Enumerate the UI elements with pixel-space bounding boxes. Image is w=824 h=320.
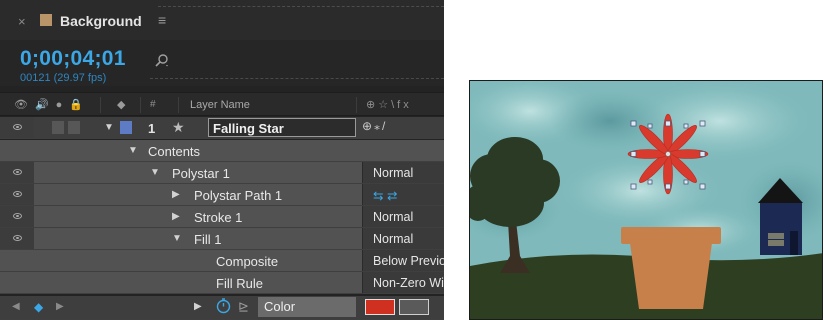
panel-title[interactable]: Background (60, 13, 142, 29)
layer-row[interactable]: ▼ 1 ★ Falling Star ⊕⁎/ (0, 117, 444, 139)
layer-switches[interactable]: ⊕⁎/ (362, 119, 387, 133)
column-separator (140, 97, 141, 113)
property-name: Composite (216, 254, 279, 269)
label-tag-icon[interactable]: ◆ (117, 99, 125, 111)
property-row-fill-rule[interactable]: Fill Rule Non-Zero Winding (0, 272, 444, 294)
property-name: Polystar 1 (172, 166, 230, 181)
solo-toggle[interactable] (52, 121, 64, 134)
composition-viewer[interactable] (469, 80, 823, 320)
comp-color-swatch (40, 14, 52, 26)
av-switches (0, 228, 34, 249)
panel-menu-icon[interactable]: ≡ (158, 12, 166, 28)
composite-select[interactable]: Below Previous (362, 250, 444, 271)
property-name: Fill 1 (194, 232, 222, 247)
eyedropper-icon[interactable] (399, 299, 429, 315)
property-row-fill[interactable]: ▼ Fill 1 Normal (0, 228, 444, 250)
property-row-polystar[interactable]: ▼ Polystar 1 Normal (0, 162, 444, 184)
layer-name-column-header[interactable]: Layer Name (190, 99, 250, 111)
av-switches (0, 206, 34, 227)
property-row-stroke[interactable]: ▶ Stroke 1 Normal (0, 206, 444, 228)
path-direction-toggle[interactable]: ⇆ ⇄ (362, 184, 444, 205)
blend-mode-select[interactable]: Normal (362, 228, 444, 249)
property-row-composite[interactable]: Composite Below Previous (0, 250, 444, 272)
current-timecode[interactable]: 0;00;04;01 (20, 47, 126, 71)
composition-canvas (470, 81, 822, 319)
tab-divider (158, 0, 444, 7)
collapse-triangle-icon[interactable]: ▶ (172, 189, 180, 200)
graph-editor-icon[interactable]: ⊵ (238, 299, 249, 315)
collapse-triangle-icon[interactable]: ▶ (194, 301, 202, 312)
layer-label-color[interactable] (120, 121, 132, 134)
layer-number: 1 (148, 121, 156, 136)
add-keyframe-icon[interactable]: ◆ (34, 300, 43, 314)
property-row-color[interactable]: ◀ ◆ ▶ ▶ ⊵ Color (0, 296, 444, 320)
blend-mode-select[interactable]: Normal (362, 162, 444, 183)
expand-triangle-icon[interactable]: ▼ (150, 167, 160, 178)
stopwatch-icon[interactable] (215, 297, 232, 314)
property-row-polystar-path[interactable]: ▶ Polystar Path 1 ⇆ ⇄ (0, 184, 444, 206)
av-switch-icons: 👁 🔊 ● 🔒 (14, 99, 83, 111)
collapse-triangle-icon[interactable]: ▶ (172, 211, 180, 222)
solo-dot-icon[interactable]: ● (56, 99, 63, 111)
number-column-header: # (150, 99, 156, 110)
column-separator (356, 97, 357, 113)
visibility-eye-icon[interactable] (13, 169, 22, 175)
visibility-eye-icon[interactable] (13, 124, 22, 130)
prev-keyframe-icon[interactable]: ◀ (12, 301, 20, 312)
switches-column-header: ⊕☆\fx (366, 99, 412, 111)
fill-rule-select[interactable]: Non-Zero Winding (362, 272, 444, 293)
audio-speaker-icon[interactable]: 🔊 (35, 99, 49, 111)
column-header: 👁 🔊 ● 🔒 ◆ # Layer Name ⊕☆\fx (0, 92, 444, 116)
timecode-area: 0;00;04;01 00121 (29.97 fps) (0, 40, 444, 86)
visibility-eye-icon[interactable] (13, 235, 22, 241)
falling-star-shape (627, 113, 709, 195)
color-swatch[interactable] (365, 299, 395, 315)
column-separator (178, 97, 179, 113)
search-icon[interactable] (155, 54, 169, 68)
timeline-panel: × Background ≡ 0;00;04;01 00121 (29.97 f… (0, 0, 444, 320)
property-value (362, 140, 444, 161)
next-keyframe-icon[interactable]: ▶ (56, 301, 64, 312)
property-name: Fill Rule (216, 276, 263, 291)
column-separator (100, 97, 101, 113)
av-switches (0, 117, 34, 138)
layer-name-field[interactable]: Falling Star (208, 118, 356, 137)
lock-toggle[interactable] (68, 121, 80, 134)
blend-mode-select[interactable]: Normal (362, 206, 444, 227)
visibility-eye-icon[interactable] (13, 191, 22, 197)
property-name: Polystar Path 1 (194, 188, 283, 203)
panel-tab-bar: × Background ≡ (0, 0, 444, 40)
av-switches (0, 184, 34, 205)
layer-name-text: Falling Star (213, 121, 284, 136)
av-switches (0, 162, 34, 183)
frame-count: 00121 (29.97 fps) (20, 72, 107, 84)
expand-triangle-icon[interactable]: ▼ (172, 233, 182, 244)
expand-triangle-icon[interactable]: ▼ (128, 145, 138, 156)
color-property-label[interactable]: Color (258, 297, 356, 317)
expand-triangle-icon[interactable]: ▼ (104, 122, 114, 133)
search-underline (150, 78, 444, 79)
property-row-contents[interactable]: ▼ Contents (0, 140, 444, 162)
visibility-eye-icon[interactable] (13, 213, 22, 219)
lock-icon[interactable]: 🔒 (69, 99, 83, 111)
video-eye-icon[interactable]: 👁 (14, 99, 28, 111)
close-tab-icon[interactable]: × (18, 15, 26, 28)
shape-layer-star-icon: ★ (172, 119, 185, 135)
property-name: Stroke 1 (194, 210, 243, 225)
property-name: Contents (148, 144, 201, 159)
